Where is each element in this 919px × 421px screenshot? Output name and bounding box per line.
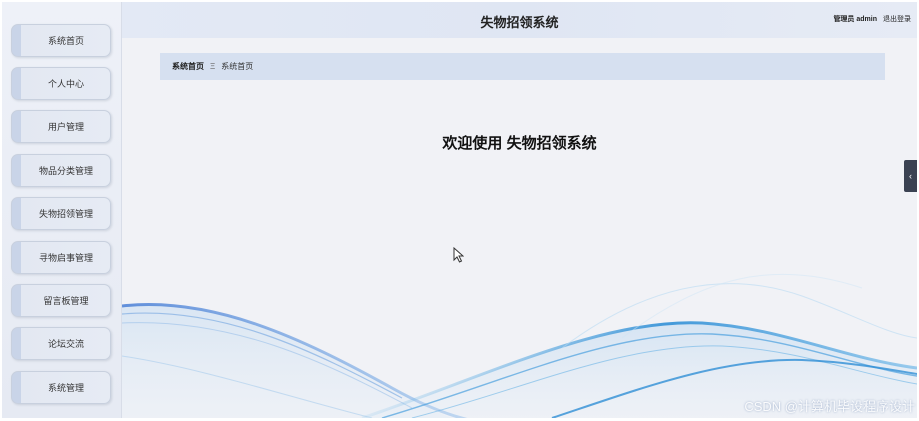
sidebar-item-user-management[interactable]: 用户管理: [11, 110, 111, 143]
app-window: 系统首页 个人中心 用户管理 物品分类管理 失物招领管理 寻物启事管理 留言板管…: [2, 2, 917, 418]
welcome-heading: 欢迎使用 失物招领系统: [442, 135, 597, 152]
sidebar-item-label: 用户管理: [47, 122, 84, 132]
sidebar-item-lost-notice-management[interactable]: 寻物启事管理: [11, 241, 111, 274]
sidebar-item-label: 系统管理: [47, 383, 84, 393]
sidebar-item-label: 留言板管理: [43, 296, 89, 306]
app-title: 失物招领系统: [480, 15, 559, 30]
header-user-area: 管理员 admin 退出登录: [833, 14, 911, 24]
sidebar-item-label: 物品分类管理: [38, 166, 93, 176]
sidebar-item-lost-found-management[interactable]: 失物招领管理: [11, 197, 111, 230]
collapse-panel-button[interactable]: ‹: [904, 160, 917, 192]
sidebar-item-category-management[interactable]: 物品分类管理: [11, 154, 111, 187]
breadcrumb-home[interactable]: 系统首页: [172, 61, 204, 72]
main-content: 系统首页 Ξ 系统首页 欢迎使用 失物招领系统: [122, 38, 917, 418]
sidebar-item-label: 个人中心: [47, 79, 84, 89]
wave-background: [122, 273, 917, 418]
watermark: CSDN @计算机毕设程序设计: [744, 399, 915, 414]
sidebar-item-label: 寻物启事管理: [38, 253, 93, 263]
sidebar-item-system-management[interactable]: 系统管理: [11, 371, 111, 404]
sidebar-item-personal-center[interactable]: 个人中心: [11, 67, 111, 100]
sidebar-item-forum[interactable]: 论坛交流: [11, 327, 111, 360]
admin-label: 管理员 admin: [833, 16, 877, 23]
logout-link[interactable]: 退出登录: [883, 14, 911, 24]
sidebar-item-home[interactable]: 系统首页: [11, 24, 111, 57]
sidebar-item-message-board-management[interactable]: 留言板管理: [11, 284, 111, 317]
breadcrumb-separator: Ξ: [210, 62, 216, 71]
breadcrumb: 系统首页 Ξ 系统首页: [160, 53, 885, 80]
top-header: 失物招领系统 管理员 admin 退出登录: [122, 2, 917, 38]
sidebar-item-label: 系统首页: [47, 36, 84, 46]
sidebar-item-label: 论坛交流: [47, 339, 84, 349]
breadcrumb-current: 系统首页: [221, 62, 254, 71]
sidebar: 系统首页 个人中心 用户管理 物品分类管理 失物招领管理 寻物启事管理 留言板管…: [2, 2, 122, 418]
chevron-left-icon: ‹: [909, 171, 912, 181]
sidebar-item-label: 失物招领管理: [38, 209, 93, 219]
mouse-cursor-icon: [453, 247, 464, 263]
